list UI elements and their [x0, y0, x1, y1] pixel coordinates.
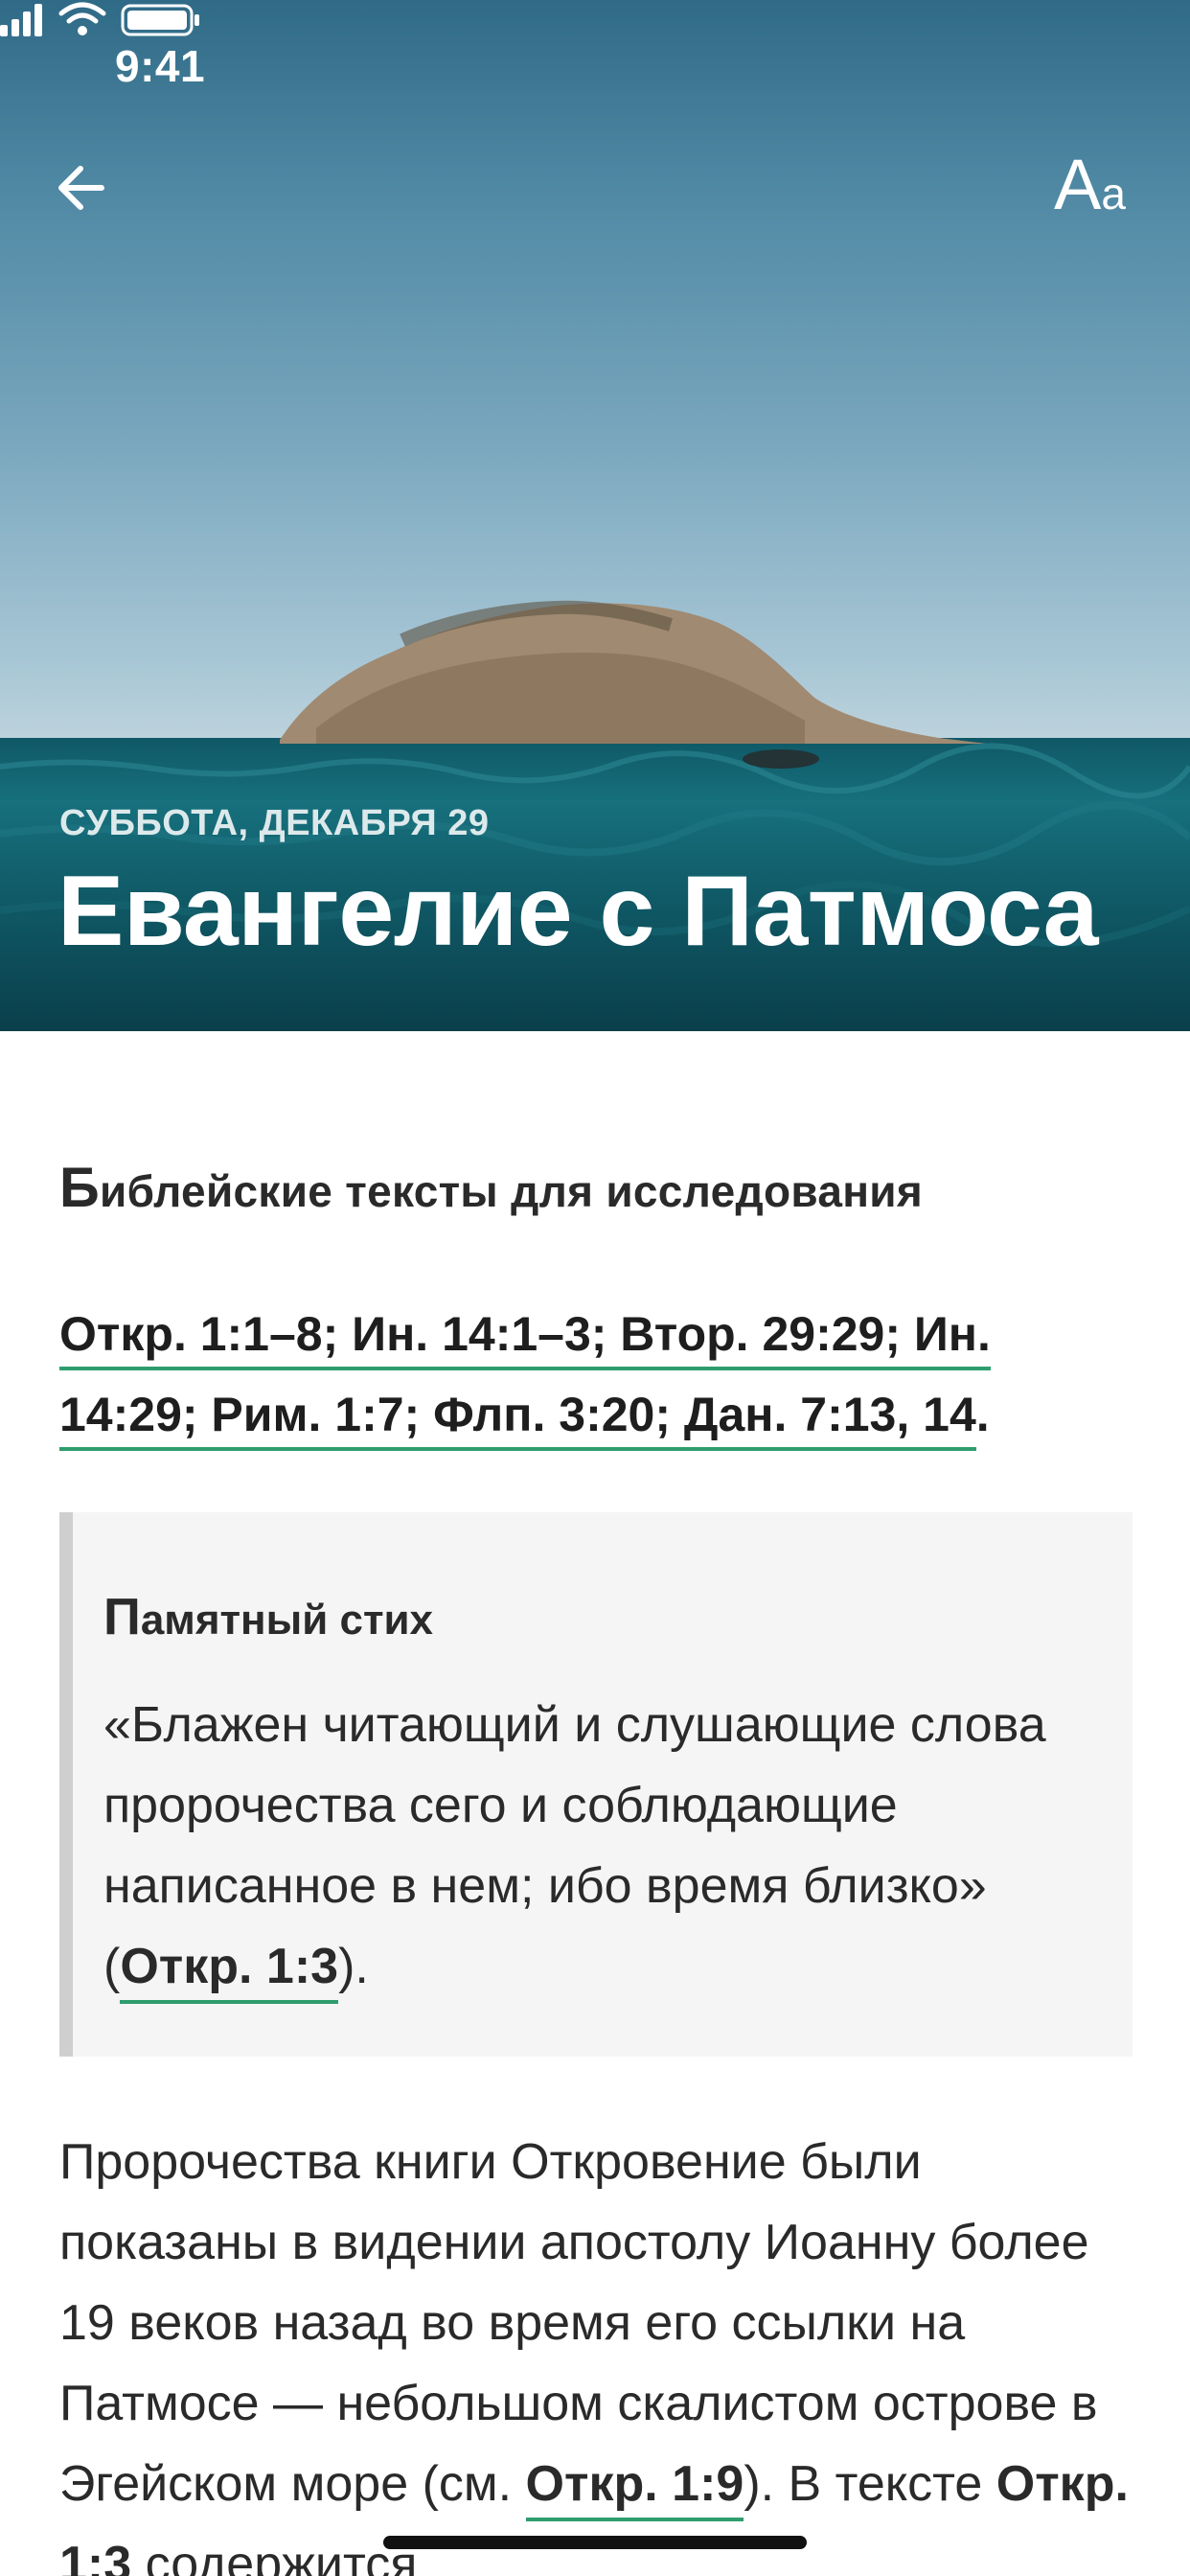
battery-icon [121, 4, 199, 36]
home-indicator[interactable] [383, 2536, 807, 2549]
font-size-icon-small: a [1101, 169, 1126, 218]
body-paragraph: Пророчества книги Откровение были показа… [59, 2122, 1142, 2576]
hero-image: 9:41 Aa СУББОТА, ДЕКАБРЯ 29 Евангелие с … [0, 0, 1190, 1031]
signal-icon [0, 4, 42, 36]
status-time: 9:41 [115, 41, 206, 91]
status-icons [0, 2, 199, 36]
back-button[interactable] [50, 153, 119, 222]
memory-verse-box: Памятный стих «Блажен читающий и слушающ… [59, 1512, 1133, 2057]
bible-reference-link[interactable]: 14:29; Рим. 1:7; Флп. 3:20; Дан. 7:13, 1… [59, 1388, 976, 1451]
bible-reference-link[interactable]: Откр. 1:9 [525, 2456, 744, 2521]
status-bar: 9:41 [0, 0, 1190, 126]
memory-verse-text: «Блажен читающий и слушающие слова проро… [103, 1685, 1100, 2007]
section-heading: Библейские тексты для исследования [59, 1157, 924, 1219]
arrow-left-icon [58, 166, 104, 210]
lesson-date: СУББОТА, ДЕКАБРЯ 29 [59, 803, 490, 843]
font-size-button[interactable]: Aa [1054, 144, 1126, 230]
font-size-icon-large: A [1054, 145, 1102, 224]
wifi-icon [58, 2, 106, 24]
memory-verse-heading: Памятный стих [103, 1588, 434, 1645]
memory-verse-reference-link[interactable]: Откр. 1:3 [120, 1939, 339, 2004]
lesson-title: Евангелие с Патмоса [57, 856, 1098, 967]
bible-reference-link[interactable]: Откр. 1:1–8; Ин. 14:1–3; Втор. 29:29; Ин… [59, 1307, 991, 1370]
bible-references: Откр. 1:1–8; Ин. 14:1–3; Втор. 29:29; Ин… [59, 1294, 1133, 1455]
